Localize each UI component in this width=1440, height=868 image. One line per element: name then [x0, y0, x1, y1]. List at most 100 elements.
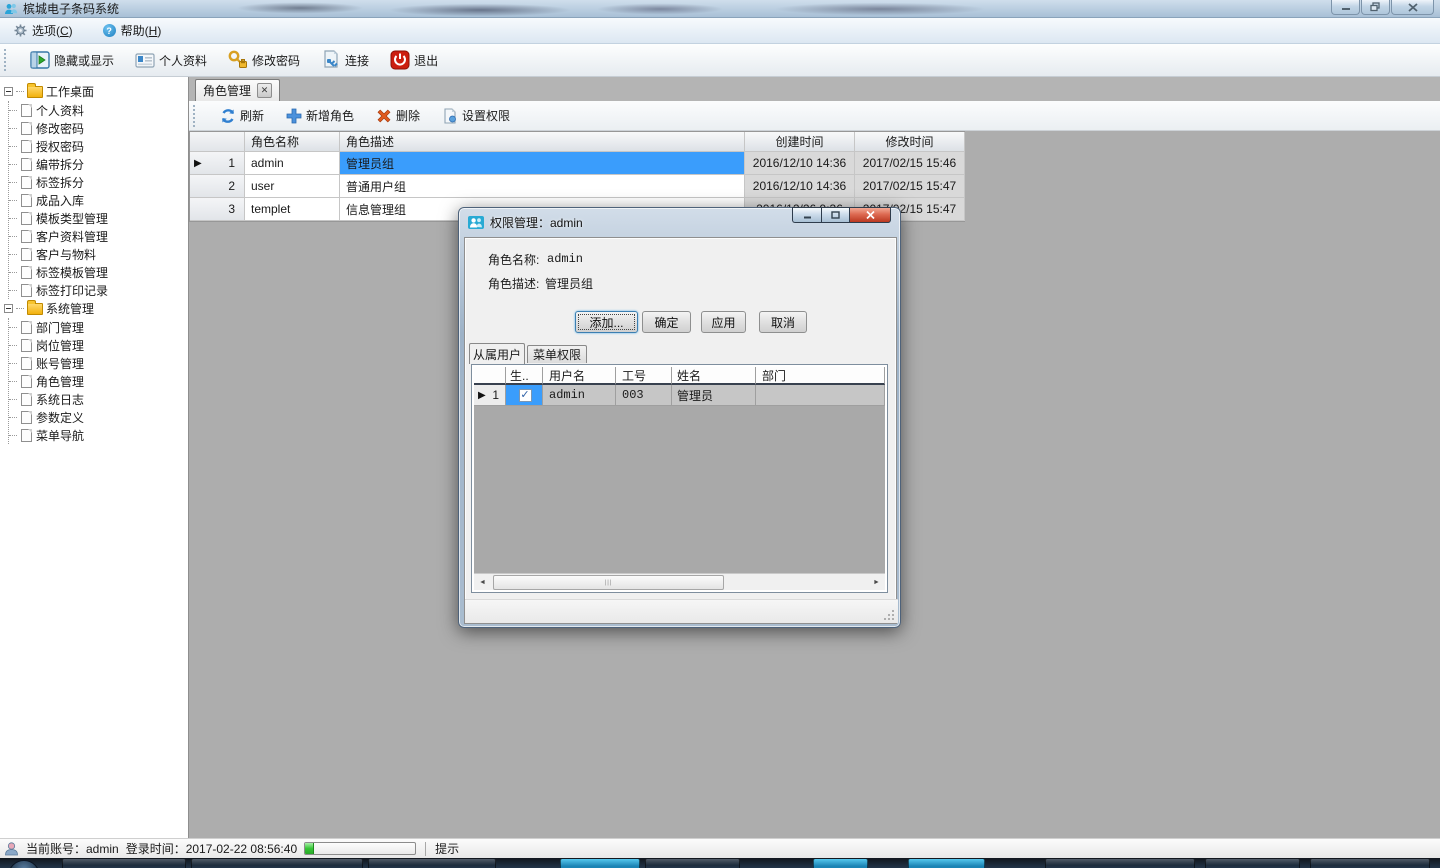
cell-employee-id[interactable]: 003	[616, 385, 672, 406]
tree-item-template-type[interactable]: 模板类型管理	[9, 209, 188, 227]
add-button[interactable]: 添加...	[575, 311, 638, 333]
tree-item-profile[interactable]: 个人资料	[9, 101, 188, 119]
header-modified[interactable]: 修改时间	[855, 132, 965, 152]
tree-item-parameter[interactable]: 参数定义	[9, 408, 188, 426]
profile-button[interactable]: 个人资料	[132, 48, 210, 72]
ok-button[interactable]: 确定	[642, 311, 691, 333]
table-row[interactable]: 2 user 普通用户组 2016/12/10 14:36 2017/02/15…	[190, 175, 964, 198]
menu-item-help[interactable]: ? 帮助(H)	[99, 20, 166, 41]
horizontal-scrollbar[interactable]: ◄ ||| ►	[474, 573, 885, 590]
tree-group-system[interactable]: 系统管理	[0, 299, 188, 318]
cell-username[interactable]: admin	[543, 385, 616, 406]
dialog-maximize-button[interactable]	[821, 207, 849, 223]
header-employee-id[interactable]: 工号	[616, 367, 672, 385]
tree-item-tape-split[interactable]: 编带拆分	[9, 155, 188, 173]
cell-created[interactable]: 2016/12/10 14:36	[745, 175, 855, 198]
cell-created[interactable]: 2016/12/10 14:36	[745, 152, 855, 175]
scroll-right-icon[interactable]: ►	[868, 574, 885, 590]
hide-show-button[interactable]: 隐藏或显示	[27, 48, 117, 72]
taskbar-button[interactable]	[191, 859, 363, 868]
cell-modified[interactable]: 2017/02/15 15:47	[855, 175, 965, 198]
checkbox-checked-icon[interactable]: ✓	[519, 389, 532, 402]
connect-button[interactable]: 连接	[318, 48, 372, 72]
cell-role-name[interactable]: templet	[245, 198, 340, 221]
window-minimize-button[interactable]	[1331, 0, 1360, 15]
cell-role-desc-selected[interactable]: 管理员组	[340, 152, 745, 175]
start-button-icon[interactable]	[8, 860, 40, 868]
scrollbar-thumb[interactable]: |||	[493, 575, 724, 590]
tree-item-change-password[interactable]: 修改密码	[9, 119, 188, 137]
header-role-name[interactable]: 角色名称	[245, 132, 340, 152]
delete-button[interactable]: 删除	[373, 105, 423, 126]
header-active[interactable]: 生..	[506, 367, 543, 385]
tree-item-position[interactable]: 岗位管理	[9, 336, 188, 354]
taskbar-button[interactable]	[1310, 859, 1430, 868]
header-selector[interactable]	[474, 367, 506, 385]
collapse-icon[interactable]	[4, 304, 13, 313]
navigation-tree: 工作桌面 个人资料 修改密码 授权密码 编带拆分 标签拆分 成品入库 模板类型管…	[0, 77, 189, 838]
header-name[interactable]: 姓名	[672, 367, 756, 385]
toolbar-gripper[interactable]	[4, 49, 8, 71]
collapse-icon[interactable]	[4, 87, 13, 96]
tab-close-icon[interactable]: ✕	[257, 83, 272, 98]
tree-item-account[interactable]: 账号管理	[9, 354, 188, 372]
cell-role-name[interactable]: admin	[245, 152, 340, 175]
window-titlebar[interactable]: 槟城电子条码系统	[0, 0, 1440, 18]
cell-name[interactable]: 管理员	[672, 385, 756, 406]
window-title: 槟城电子条码系统	[23, 0, 119, 17]
dialog-titlebar[interactable]: 权限管理：admin	[459, 208, 900, 236]
taskbar-button[interactable]	[1205, 859, 1300, 868]
tree-item-menu-nav[interactable]: 菜单导航	[9, 426, 188, 444]
dialog-content: 角色名称: admin 角色描述: 管理员组 添加... 确定 应用 取消 从属…	[464, 237, 897, 624]
cell-modified[interactable]: 2017/02/15 15:46	[855, 152, 965, 175]
dialog-close-button[interactable]	[849, 207, 891, 223]
toolbar-gripper[interactable]	[193, 105, 197, 127]
header-department[interactable]: 部门	[756, 367, 885, 385]
exit-button[interactable]: 退出	[387, 48, 441, 72]
cell-department[interactable]	[756, 385, 885, 406]
header-role-desc[interactable]: 角色描述	[340, 132, 745, 152]
taskbar-button[interactable]	[62, 859, 186, 868]
dialog-minimize-button[interactable]	[792, 207, 821, 223]
set-permission-button[interactable]: 设置权限	[439, 105, 513, 126]
header-username[interactable]: 用户名	[543, 367, 616, 385]
tree-item-auth-password[interactable]: 授权密码	[9, 137, 188, 155]
table-row[interactable]: ▶1 admin 管理员组 2016/12/10 14:36 2017/02/1…	[190, 152, 964, 175]
apply-button[interactable]: 应用	[701, 311, 746, 333]
tree-item-customer-material[interactable]: 客户与物料	[9, 245, 188, 263]
tree-item-label-split[interactable]: 标签拆分	[9, 173, 188, 191]
add-role-button[interactable]: 新增角色	[283, 105, 357, 126]
tab-role-management[interactable]: 角色管理 ✕	[195, 79, 280, 101]
tree-item-system-log[interactable]: 系统日志	[9, 390, 188, 408]
tree-item-label-template[interactable]: 标签模板管理	[9, 263, 188, 281]
resize-grip-icon[interactable]	[884, 609, 895, 620]
cell-role-desc[interactable]: 普通用户组	[340, 175, 745, 198]
cancel-button[interactable]: 取消	[759, 311, 807, 333]
tree-item-customer-data[interactable]: 客户资料管理	[9, 227, 188, 245]
change-password-button[interactable]: 修改密码	[225, 48, 303, 72]
cell-role-name[interactable]: user	[245, 175, 340, 198]
menu-item-options[interactable]: 选项(C)	[10, 20, 77, 41]
scroll-left-icon[interactable]: ◄	[474, 574, 491, 590]
header-selector[interactable]	[190, 132, 245, 152]
tree-group-workdesk[interactable]: 工作桌面	[0, 82, 188, 101]
taskbar-button[interactable]	[908, 859, 985, 868]
header-created[interactable]: 创建时间	[745, 132, 855, 152]
tree-item-role[interactable]: 角色管理	[9, 372, 188, 390]
window-close-button[interactable]	[1391, 0, 1434, 15]
table-row[interactable]: ▶1 ✓ admin 003 管理员	[474, 385, 885, 406]
refresh-button[interactable]: 刷新	[217, 105, 267, 126]
cell-active[interactable]: ✓	[506, 385, 543, 406]
taskbar-button[interactable]	[645, 859, 740, 868]
tree-item-department[interactable]: 部门管理	[9, 318, 188, 336]
taskbar-button[interactable]	[368, 859, 496, 868]
tree-item-product-inbound[interactable]: 成品入库	[9, 191, 188, 209]
tab-member-users[interactable]: 从属用户	[469, 343, 525, 364]
tree-item-print-record[interactable]: 标签打印记录	[9, 281, 188, 299]
tab-menu-permissions[interactable]: 菜单权限	[527, 345, 587, 363]
window-restore-button[interactable]	[1361, 0, 1390, 15]
taskbar-button[interactable]	[560, 859, 640, 868]
taskbar-button[interactable]	[1045, 859, 1195, 868]
taskbar-button[interactable]	[813, 859, 868, 868]
tree-children-system: 部门管理 岗位管理 账号管理 角色管理 系统日志 参数定义 菜单导航	[8, 318, 188, 444]
